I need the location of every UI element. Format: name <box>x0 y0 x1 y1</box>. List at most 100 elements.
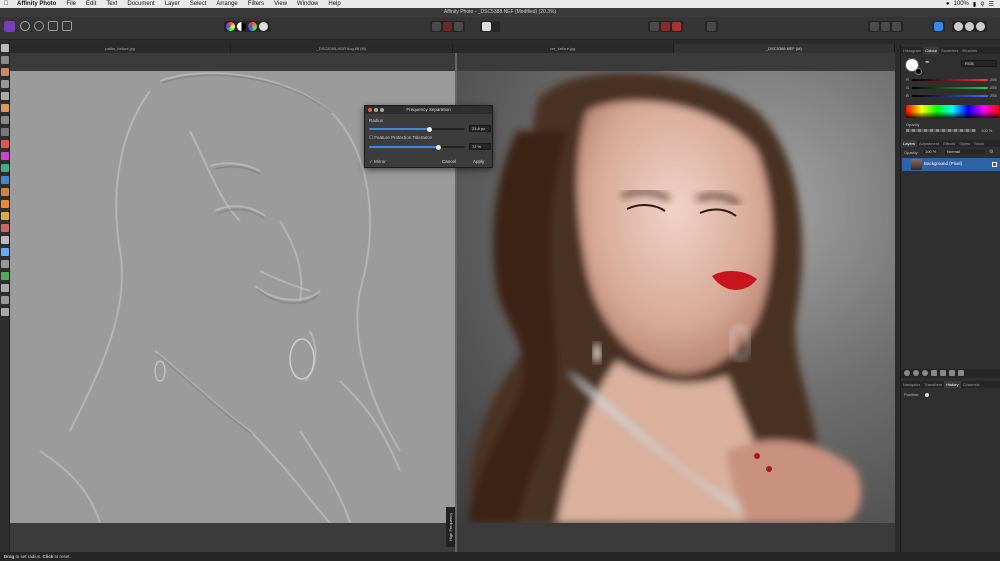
menu-arrange[interactable]: Arrange <box>211 0 242 8</box>
menu-window[interactable]: Window <box>292 0 323 8</box>
subtract-icon[interactable] <box>965 22 974 31</box>
gear-icon[interactable]: ⚙ <box>989 149 993 155</box>
menu-edit[interactable]: Edit <box>81 0 101 8</box>
live-filter-icon[interactable] <box>922 370 928 376</box>
cancel-button[interactable]: Cancel <box>442 159 456 164</box>
tab-adjustment[interactable]: Adjustment <box>917 140 941 147</box>
layer-opacity-value[interactable]: 100 % <box>923 149 939 154</box>
tab-layers[interactable]: Layers <box>901 140 918 147</box>
paint-brush-tool-icon[interactable] <box>1 140 9 148</box>
menu-app-name[interactable]: Affinity Photo <box>12 0 61 8</box>
blend-mode-select[interactable]: Normal <box>945 149 985 154</box>
battery-icon[interactable]: ▮ <box>971 1 978 8</box>
opacity-value[interactable]: 100 % <box>981 128 992 133</box>
channel-r-slider[interactable] <box>912 79 988 81</box>
red-eye-tool-icon[interactable] <box>1 224 9 232</box>
color-picker-tool-icon[interactable] <box>1 68 9 76</box>
auto-contrast-icon[interactable] <box>237 22 246 31</box>
search-icon[interactable]: ⚲ <box>978 1 986 8</box>
color-spectrum[interactable] <box>906 105 999 118</box>
doc-tab-cer-before[interactable]: cer_before.jpg <box>453 44 674 53</box>
marquee-tool-icon[interactable] <box>1 116 9 124</box>
channel-r-row[interactable]: R 255 <box>906 77 998 83</box>
studio-panels-icon[interactable] <box>934 22 943 31</box>
menu-view[interactable]: View <box>269 0 292 8</box>
tab-transform[interactable]: Transform <box>922 381 944 388</box>
hand-tool-icon[interactable] <box>1 296 9 304</box>
healing-tool-icon[interactable] <box>1 212 9 220</box>
quick-mask-icon[interactable] <box>482 22 491 31</box>
layer-mask-icon[interactable] <box>904 370 910 376</box>
view-tool-icon[interactable] <box>1 56 9 64</box>
doc-tab-hdr[interactable]: _DSC8095-HDR.tiog.tiff (M) <box>231 44 453 53</box>
move-tool-icon[interactable] <box>1 44 9 52</box>
menu-document[interactable]: Document <box>122 0 159 8</box>
color-model-select[interactable]: RGB <box>961 60 997 67</box>
layer-visibility-checkbox[interactable] <box>992 162 997 167</box>
tab-channels[interactable]: Channels <box>961 381 982 388</box>
channel-b-slider[interactable] <box>912 95 988 97</box>
gradient-tool-icon[interactable] <box>1 164 9 172</box>
channel-b-row[interactable]: B 255 <box>906 93 998 99</box>
pen-tool-icon[interactable] <box>1 248 9 256</box>
auto-colors-icon[interactable] <box>248 22 257 31</box>
channel-g-row[interactable]: G 255 <box>906 85 998 91</box>
doc-tab-paths-before[interactable]: paths_before.jpg <box>10 44 232 53</box>
tolerance-slider[interactable] <box>369 144 465 150</box>
snapping-icon[interactable] <box>650 22 659 31</box>
blur-tool-icon[interactable] <box>1 236 9 244</box>
marquee-selection-icon[interactable] <box>432 22 441 31</box>
crop-tool-icon[interactable] <box>1 80 9 88</box>
text-tool-icon[interactable] <box>1 284 9 292</box>
apply-button[interactable]: Apply <box>473 159 484 164</box>
mirror-checkbox[interactable]: ✓ Mirror <box>369 159 386 165</box>
menu-list-icon[interactable]: ☰ <box>987 1 996 8</box>
menu-layer[interactable]: Layer <box>160 0 185 8</box>
inpainting-tool-icon[interactable] <box>1 200 9 208</box>
eyedropper-icon[interactable]: ✒ <box>925 59 930 66</box>
tolerance-slider-knob[interactable] <box>435 144 441 150</box>
menu-file[interactable]: File <box>61 0 81 8</box>
menu-filters[interactable]: Filters <box>243 0 269 8</box>
auto-levels-icon[interactable] <box>226 22 235 31</box>
minimize-icon[interactable] <box>374 108 378 112</box>
freehand-selection-tool-icon[interactable] <box>1 128 9 136</box>
photo-persona-icon[interactable] <box>20 21 30 31</box>
tab-effects[interactable]: Effects <box>941 140 957 147</box>
tolerance-value-field[interactable]: 72 % <box>469 143 491 150</box>
tab-swatches[interactable]: Swatches <box>939 47 960 54</box>
channel-g-slider[interactable] <box>912 87 988 89</box>
clone-tool-icon[interactable] <box>1 188 9 196</box>
zoom-tool-icon[interactable] <box>1 308 9 316</box>
radius-slider-knob[interactable] <box>426 126 432 132</box>
fx-icon[interactable] <box>931 370 937 376</box>
deselect-icon[interactable] <box>443 22 452 31</box>
tab-histogram[interactable]: Histogram <box>901 47 923 54</box>
tab-styles[interactable]: Styles <box>957 140 972 147</box>
flood-select-tool-icon[interactable] <box>1 104 9 112</box>
secondary-color-swatch[interactable] <box>915 68 922 75</box>
channel-g-value[interactable]: 255 <box>990 85 997 90</box>
tab-colour[interactable]: Colour <box>923 47 940 54</box>
menu-select[interactable]: Select <box>185 0 212 8</box>
menu-text[interactable]: Text <box>101 0 122 8</box>
radius-slider[interactable] <box>369 126 465 132</box>
info-icon[interactable] <box>707 22 716 31</box>
liquify-persona-icon[interactable] <box>34 21 44 31</box>
mask-icon[interactable] <box>661 22 670 31</box>
node-tool-icon[interactable] <box>1 260 9 268</box>
selection-brush-tool-icon[interactable] <box>1 92 9 100</box>
wifi-icon[interactable]: ● <box>944 1 952 7</box>
trash-icon[interactable] <box>958 370 964 376</box>
maximize-icon[interactable] <box>380 108 384 112</box>
tab-brushes[interactable]: Brushes <box>960 47 979 54</box>
opacity-slider[interactable] <box>906 129 976 132</box>
tab-history[interactable]: History <box>944 381 961 388</box>
apple-icon[interactable]:  <box>0 1 12 7</box>
export-persona-icon[interactable] <box>62 21 72 31</box>
adjustment-layer-icon[interactable] <box>913 370 919 376</box>
assistant-icon[interactable] <box>672 22 681 31</box>
invert-selection-icon[interactable] <box>454 22 463 31</box>
close-icon[interactable] <box>368 108 372 112</box>
chevron-down-icon[interactable] <box>493 22 498 31</box>
